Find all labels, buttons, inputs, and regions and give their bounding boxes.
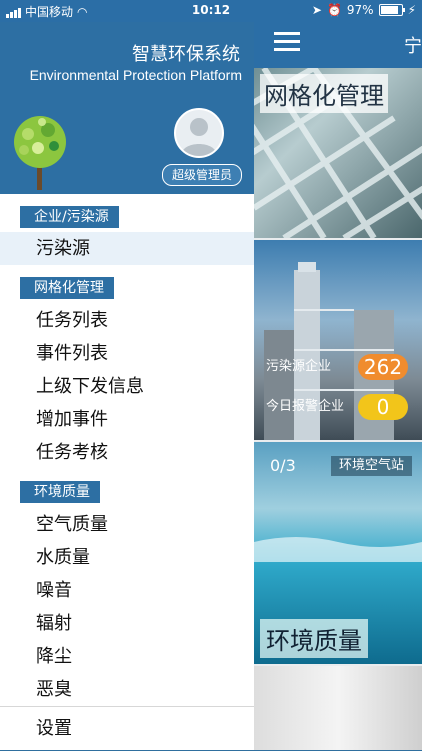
battery-percent: 97% xyxy=(346,3,374,17)
menu-item-task-list[interactable]: 任务列表 xyxy=(0,304,254,337)
alarm-enterprise-count: 0 xyxy=(358,394,408,420)
menu-icon[interactable] xyxy=(274,32,300,52)
air-station-label: 环境空气站 xyxy=(330,456,412,476)
alarm-enterprise-label: 今日报警企业 xyxy=(266,399,345,414)
environment-quality-card[interactable]: 0/3 环境空气站 环境质量 xyxy=(254,442,422,664)
menu-item-dust[interactable]: 降尘 xyxy=(0,640,254,673)
section-grid-management: 网格化管理 xyxy=(20,277,114,299)
charging-icon: ⚡ xyxy=(407,3,416,17)
alarm-icon: ⏰ xyxy=(326,3,342,17)
menu-item-event-list[interactable]: 事件列表 xyxy=(0,337,254,370)
main-panel: 宁 网格化管理 污染源企业 262 今日报警企业 0 0/3 环境空气站 环境质… xyxy=(254,22,422,750)
environment-quality-title: 环境质量 xyxy=(260,619,368,658)
menu-item-radiation[interactable]: 辐射 xyxy=(0,607,254,640)
menu-item-add-event[interactable]: 增加事件 xyxy=(0,403,254,436)
menu-item-task-assessment[interactable]: 任务考核 xyxy=(0,436,254,469)
section-environment-quality: 环境质量 xyxy=(20,481,100,503)
section-enterprise: 企业/污染源 xyxy=(20,206,119,228)
app-subtitle: Environmental Protection Platform xyxy=(29,67,242,83)
menu-item-odor[interactable]: 恶臭 xyxy=(0,673,254,706)
battery-icon xyxy=(378,4,405,16)
sidebar: 智慧环保系统 Environmental Protection Platform… xyxy=(0,22,254,750)
menu-item-pollution-source[interactable]: 污染源 xyxy=(0,232,254,265)
user-icon xyxy=(181,118,217,156)
menu-item-water-quality[interactable]: 水质量 xyxy=(0,541,254,574)
status-bar: 中国移动 ◠ 10:12 ➤ ⏰ 97% ⚡ xyxy=(0,0,422,22)
app-title: 智慧环保系统 xyxy=(132,44,240,65)
menu-item-superior-info[interactable]: 上级下发信息 xyxy=(0,370,254,403)
tree-logo-icon xyxy=(14,116,66,190)
role-badge: 超级管理员 xyxy=(161,164,242,186)
air-station-counter: 0/3 xyxy=(270,456,296,475)
location-icon: ➤ xyxy=(311,3,322,17)
sidebar-header: 智慧环保系统 Environmental Protection Platform… xyxy=(0,22,254,194)
pollution-enterprise-label: 污染源企业 xyxy=(266,359,332,374)
grid-management-card[interactable]: 网格化管理 xyxy=(254,68,422,238)
menu-item-air-quality[interactable]: 空气质量 xyxy=(0,508,254,541)
bottom-card[interactable] xyxy=(254,666,422,750)
pollution-summary-card[interactable]: 污染源企业 262 今日报警企业 0 xyxy=(254,240,422,440)
pollution-enterprise-count: 262 xyxy=(358,354,408,380)
main-header: 宁 xyxy=(254,22,422,68)
settings-button[interactable]: 设置 xyxy=(0,706,254,750)
grid-management-title: 网格化管理 xyxy=(260,74,388,113)
avatar[interactable] xyxy=(174,108,224,158)
header-title: 宁 xyxy=(404,36,422,57)
menu-item-noise[interactable]: 噪音 xyxy=(0,574,254,607)
